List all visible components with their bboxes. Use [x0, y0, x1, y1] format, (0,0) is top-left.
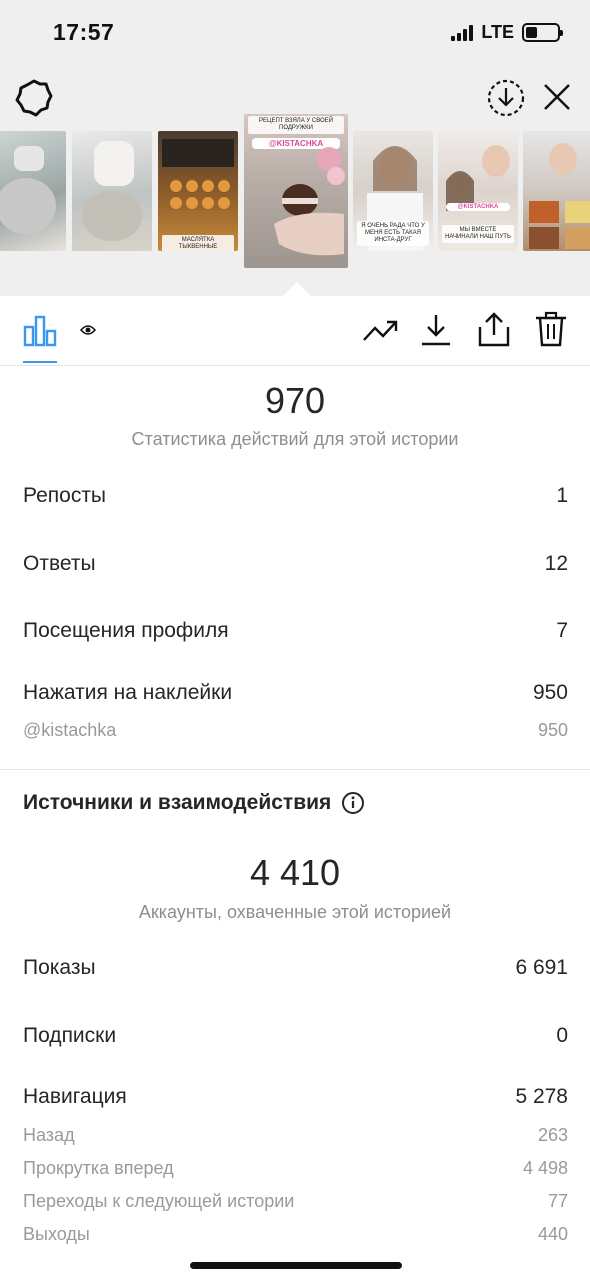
stat-value: 4 498: [522, 1158, 568, 1178]
actions-subtitle: Статистика действий для этой истории: [131, 429, 459, 449]
stat-label: @kistachka: [23, 720, 117, 740]
story-header: МАСЛЯТКА ТЫКВЕННЫЕ РЕЦЕПТ ВЗЯЛА У СВОЕЙ …: [0, 64, 590, 296]
battery-icon: [522, 23, 563, 42]
stat-label: Показы: [23, 956, 96, 979]
download-circle-icon[interactable]: [486, 78, 526, 118]
stat-label: Переходы к следующей истории: [23, 1191, 295, 1211]
nav-row-back: Назад 263: [23, 1125, 568, 1146]
reach-total: 4 410: [249, 852, 341, 893]
stat-row-impressions: Показы 6 691: [23, 956, 568, 980]
download-icon[interactable]: [420, 313, 452, 347]
mixer-image: [0, 146, 56, 234]
stat-value: 77: [547, 1191, 568, 1211]
story-thumbnail[interactable]: МАСЛЯТКА ТЫКВЕННЫЕ: [158, 131, 238, 251]
insights-toolbar: [0, 296, 590, 366]
signal-icon: [451, 24, 474, 41]
stat-label: Ответы: [23, 552, 96, 575]
status-time: 17:57: [53, 19, 115, 45]
stat-value: 6 691: [515, 956, 568, 979]
stat-row-reposts: Репосты 1: [23, 484, 568, 508]
stat-label: Подписки: [23, 1024, 117, 1047]
section-title: Источники и взаимодействия: [23, 791, 332, 814]
story-caption: Я ОЧЕНЬ РАДА ЧТО У МЕНЯ ЕСТЬ ТАКАЯ ИНСТА…: [357, 221, 429, 246]
status-bar: 17:57 LTE: [0, 0, 590, 64]
stat-label: Посещения профиля: [23, 619, 229, 642]
close-icon[interactable]: [541, 81, 573, 113]
stat-label: Репосты: [23, 484, 107, 507]
discovery-header: Источники и взаимодействия: [23, 791, 365, 815]
active-tab-underline: [23, 361, 57, 363]
stat-value: 5 278: [515, 1085, 568, 1108]
story-thumbnail[interactable]: [72, 131, 152, 251]
stat-row-sticker-mention: @kistachka 950: [23, 720, 568, 741]
eye-icon[interactable]: [80, 324, 96, 336]
story-mention: @KISTACHKA: [446, 203, 510, 211]
stat-value: 0: [556, 1024, 568, 1047]
home-indicator[interactable]: [190, 1262, 402, 1269]
trending-icon[interactable]: [362, 316, 398, 344]
settings-icon[interactable]: [15, 79, 53, 117]
share-icon[interactable]: [477, 311, 511, 347]
nav-row-exits: Выходы 440: [23, 1224, 568, 1245]
stat-row-navigation: Навигация 5 278: [23, 1085, 568, 1109]
stat-value: 263: [537, 1125, 568, 1145]
story-thumbnail[interactable]: @KISTACHKA МЫ ВМЕСТЕ НАЧИНАЛИ НАШ ПУТЬ: [438, 131, 518, 251]
section-divider: [0, 769, 590, 770]
story-caption: МАСЛЯТКА ТЫКВЕННЫЕ: [162, 235, 234, 251]
stat-row-profile-visits: Посещения профиля 7: [23, 619, 568, 643]
stat-value: 440: [537, 1224, 568, 1244]
stat-value: 7: [556, 619, 568, 642]
actions-total: 970: [264, 380, 326, 421]
nav-row-next-story: Переходы к следующей истории 77: [23, 1191, 568, 1212]
selected-pointer: [283, 282, 311, 296]
stat-value: 12: [544, 552, 568, 575]
reach-subtitle: Аккаунты, охваченные этой историей: [138, 902, 452, 922]
macaron-image: [274, 147, 345, 256]
story-thumbnail-selected[interactable]: РЕЦЕПТ ВЗЯЛА У СВОЕЙ ПОДРУЖКИ @KISTACHKA: [244, 114, 348, 268]
story-thumbnail[interactable]: [523, 131, 590, 251]
mixer-image: [82, 141, 142, 241]
stat-value: 950: [532, 681, 568, 704]
stat-row-follows: Подписки 0: [23, 1024, 568, 1048]
story-caption: МЫ ВМЕСТЕ НАЧИНАЛИ НАШ ПУТЬ: [442, 225, 514, 243]
food-collage-image: [529, 143, 590, 249]
nav-row-forward: Прокрутка вперед 4 498: [23, 1158, 568, 1179]
battery-fill: [526, 27, 537, 38]
story-thumbnail[interactable]: Я ОЧЕНЬ РАДА ЧТО У МЕНЯ ЕСТЬ ТАКАЯ ИНСТА…: [353, 131, 433, 251]
stat-label: Назад: [23, 1125, 75, 1145]
trash-icon[interactable]: [534, 311, 568, 347]
stat-row-replies: Ответы 12: [23, 552, 568, 576]
info-icon[interactable]: [341, 791, 365, 815]
stat-label: Нажатия на наклейки: [23, 681, 233, 704]
bar-chart-icon[interactable]: [23, 313, 57, 347]
story-thumbnails: МАСЛЯТКА ТЫКВЕННЫЕ РЕЦЕПТ ВЗЯЛА У СВОЕЙ …: [0, 114, 590, 274]
stat-label: Навигация: [23, 1085, 127, 1108]
status-indicators: LTE: [451, 22, 563, 43]
stat-row-sticker-taps: Нажатия на наклейки 950: [23, 681, 568, 705]
stat-label: Прокрутка вперед: [23, 1158, 174, 1178]
stat-value: 950: [537, 720, 568, 740]
pastry-tray-image: [162, 139, 234, 209]
story-thumbnail[interactable]: [0, 131, 66, 251]
stat-label: Выходы: [23, 1224, 90, 1244]
network-label: LTE: [481, 22, 514, 42]
stat-value: 1: [556, 484, 568, 507]
